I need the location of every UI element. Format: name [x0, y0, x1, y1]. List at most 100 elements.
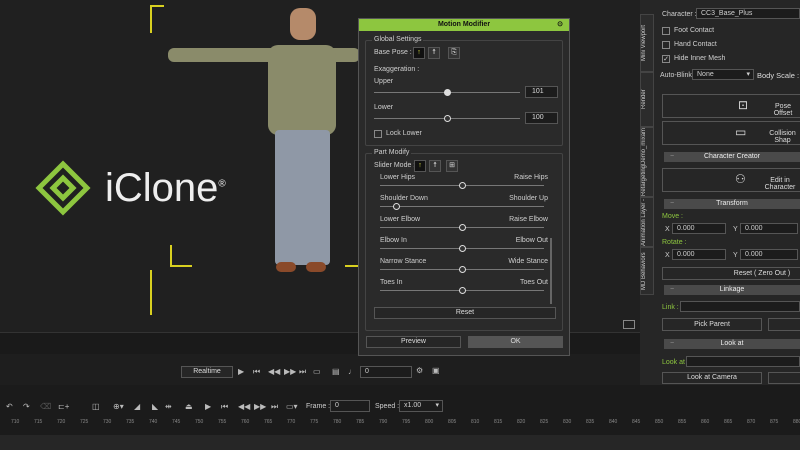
- timeline: ↶ ↷ ⌫ ⊏+ ◫ ⊕▾ ◢ ◣ ⇹ ⏏ ▶ ⏮ ◀◀ ▶▶ ⏭ ▭▾ Fra…: [0, 385, 800, 450]
- part-slider[interactable]: [380, 224, 544, 231]
- modify-panel: Mini Viewport Render RetargetingDemo_mix…: [640, 0, 800, 385]
- move-label: Move :: [662, 213, 684, 220]
- slider-right-label: Shoulder Up: [509, 195, 548, 202]
- part-slider[interactable]: [380, 182, 544, 189]
- timeline-tick: 790: [379, 419, 388, 425]
- group-label: Global Settings: [372, 36, 424, 43]
- character-shoe: [276, 262, 296, 272]
- timeline-tick: 720: [57, 419, 66, 425]
- frame-corner: [150, 270, 172, 315]
- rewind-icon[interactable]: ◀◀: [268, 367, 280, 376]
- play-icon[interactable]: ▶: [238, 367, 244, 376]
- part-slider[interactable]: [380, 266, 544, 273]
- y-label: Y: [733, 226, 738, 233]
- slider-knob[interactable]: [444, 115, 451, 122]
- music-note-icon[interactable]: ♩: [348, 367, 356, 376]
- tab-md-behaviors[interactable]: MD Behaviors: [640, 247, 654, 295]
- slider-knob[interactable]: [459, 182, 466, 189]
- link-field[interactable]: [680, 301, 800, 312]
- hide-inner-mesh-checkbox[interactable]: ✓: [662, 55, 670, 63]
- timeline-track[interactable]: [0, 435, 800, 450]
- frame-input[interactable]: 0: [360, 366, 412, 378]
- slider-left-label: Shoulder Down: [380, 195, 428, 202]
- timeline-tick: 815: [494, 419, 503, 425]
- part-slider[interactable]: [380, 203, 544, 210]
- look-at-header[interactable]: − Look at: [664, 339, 800, 349]
- slider-knob[interactable]: [393, 203, 401, 210]
- panel-icon[interactable]: ▣: [432, 366, 440, 375]
- edit-in-character-creator-button[interactable]: ⚇ Edit in Character: [662, 168, 800, 192]
- preview-button[interactable]: Preview: [366, 336, 461, 348]
- slider-knob[interactable]: [459, 266, 466, 273]
- look-at-field[interactable]: [686, 356, 800, 367]
- linkage-header[interactable]: − Linkage: [664, 285, 800, 295]
- part-slider[interactable]: [380, 245, 544, 252]
- upper-value-input[interactable]: 101: [525, 86, 558, 98]
- loop-icon[interactable]: ▭: [313, 367, 321, 376]
- slider-right-label: Wide Stance: [508, 258, 548, 265]
- tab-render[interactable]: Render: [640, 72, 654, 127]
- slider-knob[interactable]: [459, 245, 466, 252]
- dialog-titlebar[interactable]: Motion Modifier ⊙: [359, 19, 569, 31]
- skip-start-icon[interactable]: ⏮: [253, 367, 260, 377]
- realtime-button[interactable]: Realtime: [181, 366, 233, 378]
- auto-blink-value: None: [697, 71, 714, 78]
- skip-end-icon[interactable]: ⏭: [299, 367, 306, 377]
- move-x-input[interactable]: 0.000: [672, 223, 726, 234]
- pick-parent-button[interactable]: Pick Parent: [662, 318, 762, 331]
- scrollbar[interactable]: [550, 238, 552, 304]
- rotate-x-input[interactable]: 0.000: [672, 249, 726, 260]
- base-pose-load-button[interactable]: ⎘: [448, 47, 460, 59]
- pose-offset-button[interactable]: ⊡ Pose Offset: [662, 94, 800, 118]
- forward-icon[interactable]: ▶▶: [284, 367, 296, 376]
- slider-knob[interactable]: [459, 287, 466, 294]
- lock-lower-checkbox[interactable]: [374, 130, 382, 138]
- frame-corner: [170, 245, 192, 267]
- character-shoe: [306, 262, 326, 272]
- look-at-camera-button[interactable]: Look at Camera: [662, 372, 762, 384]
- slider-knob[interactable]: [444, 89, 451, 96]
- foot-contact-checkbox[interactable]: [662, 27, 670, 35]
- timeline-tick: 770: [287, 419, 296, 425]
- move-y-input[interactable]: 0.000: [740, 223, 798, 234]
- timeline-tick: 775: [310, 419, 319, 425]
- settings-icon[interactable]: ⚙: [416, 366, 423, 375]
- reset-zero-out-button[interactable]: Reset ( Zero Out ): [662, 267, 800, 280]
- part-slider[interactable]: [380, 287, 544, 294]
- tab-retargeting[interactable]: RetargetingDemo_mixamo: [640, 127, 654, 197]
- slider-mode-button[interactable]: ↑: [414, 160, 426, 172]
- slider-right-label: Raise Hips: [514, 174, 548, 181]
- base-pose-current-button[interactable]: ☨: [428, 47, 440, 59]
- hand-contact-checkbox[interactable]: [662, 41, 670, 49]
- viewport-overlay-icon[interactable]: [623, 320, 635, 329]
- look-at-other-button[interactable]: [768, 372, 800, 384]
- slider-left-label: Lower Hips: [380, 174, 416, 181]
- x-label: X: [665, 226, 670, 233]
- unlink-button[interactable]: [768, 318, 800, 331]
- character-creator-header[interactable]: − Character Creator: [664, 152, 800, 162]
- base-pose-tpose-button[interactable]: ↑: [413, 47, 425, 59]
- lower-slider[interactable]: [374, 115, 520, 122]
- slider-knob[interactable]: [459, 224, 466, 231]
- character-legs: [275, 130, 330, 265]
- close-icon[interactable]: ⊙: [557, 19, 563, 31]
- auto-blink-select[interactable]: None ▾: [692, 69, 754, 80]
- upper-slider[interactable]: [374, 89, 520, 96]
- character-field[interactable]: CC3_Base_Plus: [696, 8, 800, 19]
- timeline-ruler[interactable]: 710 715 720 725 730 735 740 745 750 755 760 765 770 7…: [0, 385, 800, 435]
- global-settings-group: Global Settings Base Pose : ↑ ☨ ⎘ Exagge…: [365, 36, 563, 146]
- rotate-y-input[interactable]: 0.000: [740, 249, 798, 260]
- transform-header[interactable]: − Transform: [664, 199, 800, 209]
- tab-animation-layer[interactable]: Animation Layer - R: [640, 197, 654, 247]
- subtitle-icon[interactable]: ▤: [332, 367, 340, 376]
- ok-button[interactable]: OK: [468, 336, 563, 348]
- reset-button[interactable]: Reset: [374, 307, 556, 319]
- frame-corner: [150, 5, 164, 27]
- base-pose-label: Base Pose :: [374, 49, 412, 56]
- collision-shape-button[interactable]: ▭ Collision Shap: [662, 121, 800, 145]
- timeline-tick: 765: [264, 419, 273, 425]
- slider-mode-button[interactable]: ☨: [429, 160, 441, 172]
- tab-mini-viewport[interactable]: Mini Viewport: [640, 14, 654, 72]
- lower-value-input[interactable]: 100: [525, 112, 558, 124]
- slider-mode-button[interactable]: ⊞: [446, 160, 458, 172]
